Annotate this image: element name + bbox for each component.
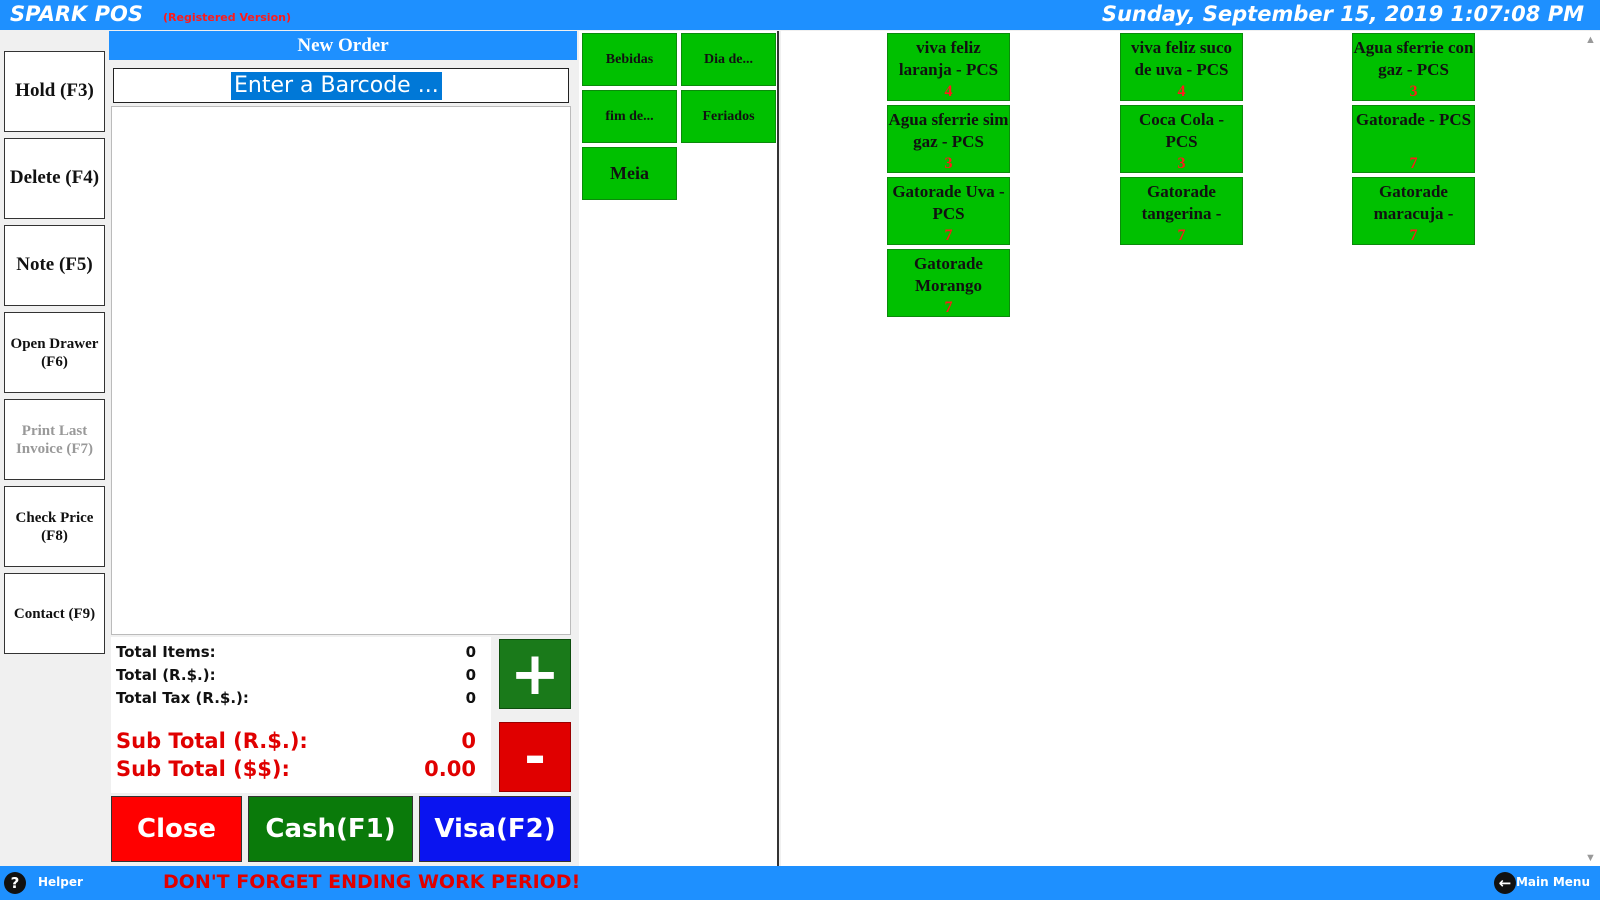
decrease-quantity-button[interactable]: - <box>499 722 571 792</box>
product-qty: 7 <box>944 299 953 316</box>
category-dia-de[interactable]: Dia de... <box>681 33 776 86</box>
category-bebidas[interactable]: Bebidas <box>582 33 677 86</box>
category-panel: Bebidas Dia de... fim de... Feriados Mei… <box>579 31 779 866</box>
product-tile[interactable]: Agua sferrie sim gaz - PCS 3 <box>887 105 1010 173</box>
category-feriados[interactable]: Feriados <box>681 90 776 143</box>
order-title: New Order <box>109 31 577 60</box>
product-qty: 3 <box>944 155 953 172</box>
help-icon[interactable]: ? <box>4 872 26 894</box>
barcode-input[interactable] <box>114 73 568 98</box>
product-name: Gatorade maracuja - <box>1373 182 1454 223</box>
visa-button[interactable]: Visa(F2) <box>419 796 571 862</box>
product-qty: 4 <box>1177 83 1186 100</box>
category-meia[interactable]: Meia <box>582 147 677 200</box>
product-qty: 4 <box>944 83 953 100</box>
work-period-warning: DON'T FORGET ENDING WORK PERIOD! <box>163 871 581 893</box>
product-qty: 7 <box>944 227 953 244</box>
total-items-value: 0 <box>465 643 476 661</box>
category-fim-de[interactable]: fim de... <box>582 90 677 143</box>
subtotal-usd-value: 0.00 <box>424 757 476 781</box>
product-qty: 7 <box>1177 227 1186 244</box>
totals-panel: Total Items: 0 Total (R.$.): 0 Total Tax… <box>111 637 491 793</box>
total-items-label: Total Items: <box>116 643 216 661</box>
total-row: Total (R.$.): 0 <box>116 666 488 684</box>
close-button[interactable]: Close <box>111 796 242 862</box>
subtotal-usd-label: Sub Total ($$): <box>116 757 290 781</box>
print-last-invoice-button[interactable]: Print Last Invoice (F7) <box>4 399 105 480</box>
product-qty: 7 <box>1409 155 1418 172</box>
check-price-button[interactable]: Check Price (F8) <box>4 486 105 567</box>
note-button[interactable]: Note (F5) <box>4 225 105 306</box>
product-name: Agua sferrie con gaz - PCS <box>1353 38 1474 79</box>
subtotal-usd-row: Sub Total ($$): 0.00 <box>116 757 488 781</box>
product-name: Gatorade Morango <box>914 254 983 295</box>
registration-label: (Registered Version) <box>163 11 291 24</box>
scroll-up-icon[interactable]: ▲ <box>1585 34 1596 46</box>
product-qty: 3 <box>1177 155 1186 172</box>
subtotal-rs-row: Sub Total (R.$.): 0 <box>116 729 488 753</box>
cash-button[interactable]: Cash(F1) <box>248 796 413 862</box>
total-items-row: Total Items: 0 <box>116 643 488 661</box>
product-tile[interactable]: Gatorade Uva - PCS 7 <box>887 177 1010 245</box>
product-tile[interactable]: viva feliz suco de uva - PCS 4 <box>1120 33 1243 101</box>
hold-button[interactable]: Hold (F3) <box>4 51 105 132</box>
total-tax-value: 0 <box>465 689 476 707</box>
total-value: 0 <box>465 666 476 684</box>
helper-button[interactable]: Helper <box>38 875 83 889</box>
product-name: Gatorade tangerina - <box>1141 182 1222 223</box>
increase-quantity-button[interactable]: + <box>499 639 571 709</box>
product-name: Agua sferrie sim gaz - PCS <box>888 110 1009 151</box>
product-tile[interactable]: Gatorade Morango 7 <box>887 249 1010 317</box>
top-bar: SPARK POS (Registered Version) Sunday, S… <box>0 0 1600 30</box>
product-qty: 3 <box>1409 83 1418 100</box>
order-items-list[interactable] <box>111 106 571 635</box>
total-tax-row: Total Tax (R.$.): 0 <box>116 689 488 707</box>
open-drawer-button[interactable]: Open Drawer (F6) <box>4 312 105 393</box>
product-name: Coca Cola - PCS <box>1139 110 1224 151</box>
arrow-left-icon[interactable]: ← <box>1494 872 1516 894</box>
delete-button[interactable]: Delete (F4) <box>4 138 105 219</box>
product-tile[interactable]: Gatorade tangerina - 7 <box>1120 177 1243 245</box>
bottom-bar: ? Helper DON'T FORGET ENDING WORK PERIOD… <box>0 866 1600 900</box>
product-tile[interactable]: Gatorade maracuja - 7 <box>1352 177 1475 245</box>
scroll-down-icon[interactable]: ▼ <box>1585 852 1596 864</box>
product-panel: viva feliz laranja - PCS 4 viva feliz su… <box>781 31 1600 866</box>
product-tile[interactable]: Agua sferrie con gaz - PCS 3 <box>1352 33 1475 101</box>
total-label: Total (R.$.): <box>116 666 216 684</box>
product-name: Gatorade - PCS <box>1355 110 1472 129</box>
product-name: Gatorade Uva - PCS <box>892 182 1005 223</box>
total-tax-label: Total Tax (R.$.): <box>116 689 249 707</box>
product-name: viva feliz laranja - PCS <box>898 38 999 79</box>
datetime-display: Sunday, September 15, 2019 1:07:08 PM <box>1101 2 1584 26</box>
product-qty: 7 <box>1409 227 1418 244</box>
barcode-field[interactable] <box>113 68 569 103</box>
main-menu-button[interactable]: Main Menu <box>1516 875 1590 889</box>
product-tile[interactable]: Gatorade - PCS 7 <box>1352 105 1475 173</box>
subtotal-rs-value: 0 <box>461 729 476 753</box>
app-title: SPARK POS <box>10 2 143 26</box>
contact-button[interactable]: Contact (F9) <box>4 573 105 654</box>
product-scrollbar[interactable] <box>1582 31 1600 866</box>
product-tile[interactable]: viva feliz laranja - PCS 4 <box>887 33 1010 101</box>
subtotal-rs-label: Sub Total (R.$.): <box>116 729 308 753</box>
product-name: viva feliz suco de uva - PCS <box>1130 38 1233 79</box>
product-tile[interactable]: Coca Cola - PCS 3 <box>1120 105 1243 173</box>
